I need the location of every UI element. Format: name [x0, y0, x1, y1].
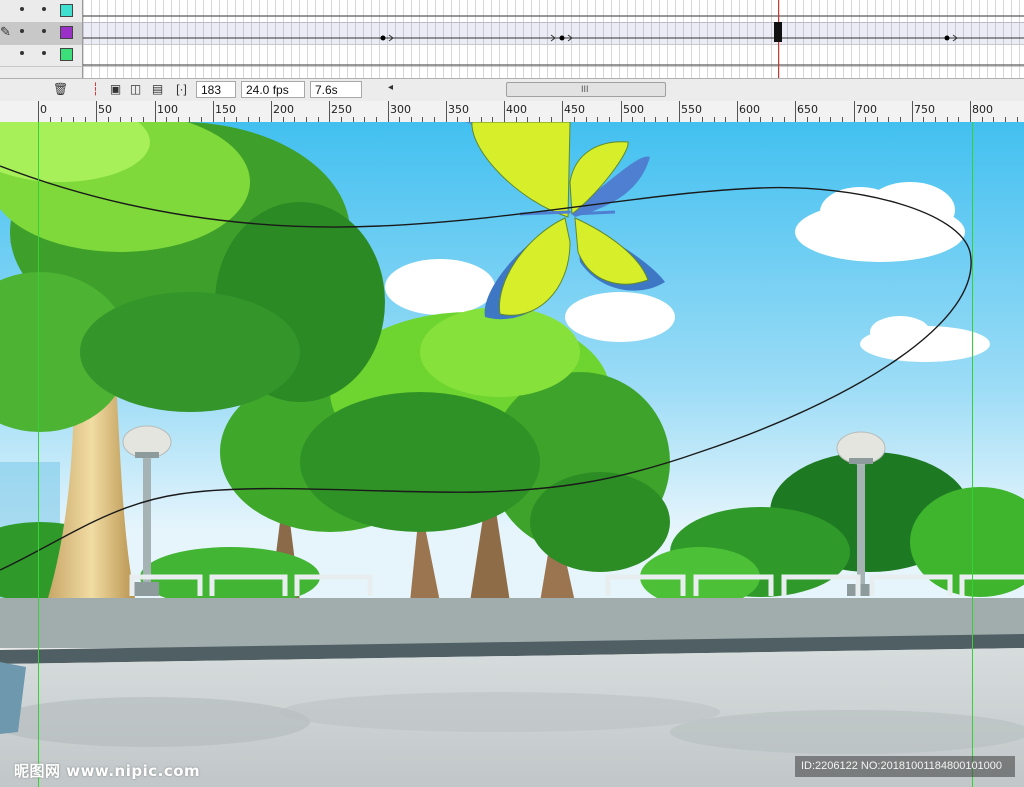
keyframe-marker[interactable] [944, 35, 950, 41]
ruler-label: 0 [40, 103, 47, 116]
ruler-label: 800 [972, 103, 993, 116]
ruler-tick [446, 101, 447, 122]
ruler-tick [388, 101, 389, 122]
ruler-label: 750 [914, 103, 935, 116]
ruler-tick [562, 101, 563, 122]
watermark-text: 昵图网 www.nipic.com [14, 762, 201, 780]
playhead-marker[interactable] [774, 22, 782, 42]
tween-arrows [83, 34, 1024, 42]
edit-multiple-frames-icon[interactable]: ▤ [150, 82, 165, 97]
frame-row-2[interactable] [83, 22, 1024, 45]
layer-color-swatch[interactable] [60, 26, 73, 39]
current-frame-field[interactable]: 183 [196, 81, 236, 98]
scroll-left-arrow-icon[interactable]: ◂ [388, 82, 393, 93]
horizontal-ruler: 0 50 100 150 200 250 300 350 400 450 500 550 600 650 7… [0, 101, 1024, 123]
layer-color-swatch[interactable] [60, 4, 73, 17]
ruler-label: 700 [856, 103, 877, 116]
visibility-dot[interactable] [20, 7, 24, 11]
ruler-tick [213, 101, 214, 122]
onion-skin-icon[interactable]: ▣ [108, 82, 123, 97]
keyframe-marker[interactable] [559, 35, 565, 41]
ruler-tick [621, 101, 622, 122]
ruler-tick [795, 101, 796, 122]
pencil-icon: ✎ [0, 24, 11, 39]
stage-artwork [0, 122, 1024, 787]
layer-color-swatch[interactable] [60, 48, 73, 61]
ruler-label: 200 [273, 103, 294, 116]
ruler-tick [329, 101, 330, 122]
onion-skin-outlines-icon[interactable]: ◫ [128, 82, 143, 97]
ruler-label: 550 [681, 103, 702, 116]
ruler-tick [38, 101, 39, 122]
tween-line [83, 64, 1024, 66]
ruler-tick [970, 101, 971, 122]
ruler-label: 250 [331, 103, 352, 116]
layer-row-3[interactable] [0, 44, 82, 67]
ruler-tick [912, 101, 913, 122]
ruler-label: 100 [157, 103, 178, 116]
lock-dot[interactable] [42, 29, 46, 33]
ruler-tick [504, 101, 505, 122]
frame-rate-field[interactable]: 24.0 fps [241, 81, 305, 98]
elapsed-time-field: 7.6s [310, 81, 362, 98]
timeline-panel: ✎ [0, 0, 1024, 78]
stage-right-guide[interactable] [972, 122, 973, 787]
image-id-badge: ID:2206122 NO:20181001184800101000 [795, 756, 1015, 777]
ruler-tick [854, 101, 855, 122]
timeline-scrollbar[interactable]: ◂ III [388, 82, 1024, 97]
timeline-controls: 🗑 ┆ ▣ ◫ ▤ [·] 183 24.0 fps 7.6s ◂ III [0, 78, 1024, 102]
ruler-label: 300 [390, 103, 411, 116]
stage-canvas[interactable]: 昵图网 www.nipic.com ID:2206122 NO:20181001… [0, 122, 1024, 787]
modify-onion-markers-icon[interactable]: [·] [174, 82, 189, 97]
ruler-label: 50 [98, 103, 112, 116]
layer-list: ✎ [0, 0, 83, 78]
ruler-tick [737, 101, 738, 122]
ruler-tick [155, 101, 156, 122]
trash-icon[interactable]: 🗑 [53, 82, 68, 97]
lock-dot[interactable] [42, 7, 46, 11]
frame-grid[interactable] [83, 0, 1024, 78]
ruler-tick [679, 101, 680, 122]
frame-row-3[interactable] [83, 44, 1024, 67]
lock-dot[interactable] [42, 51, 46, 55]
scrollbar-grip: III [581, 84, 589, 94]
scrollbar-thumb[interactable]: III [506, 82, 666, 97]
stage-left-guide[interactable] [38, 122, 39, 787]
keyframe-marker[interactable] [380, 35, 386, 41]
ruler-label: 600 [739, 103, 760, 116]
ruler-label: 500 [623, 103, 644, 116]
layer-row-2[interactable]: ✎ [0, 22, 82, 45]
ruler-tick [271, 101, 272, 122]
layer-row-1[interactable] [0, 0, 82, 23]
visibility-dot[interactable] [20, 29, 24, 33]
ruler-tick [96, 101, 97, 122]
visibility-dot[interactable] [20, 51, 24, 55]
ruler-label: 450 [564, 103, 585, 116]
ruler-label: 350 [448, 103, 469, 116]
frame-row-1[interactable] [83, 0, 1024, 23]
ruler-label: 650 [797, 103, 818, 116]
center-frame-icon[interactable]: ┆ [88, 82, 103, 97]
ruler-label: 400 [506, 103, 527, 116]
tween-line [83, 15, 1024, 17]
ruler-label: 150 [215, 103, 236, 116]
